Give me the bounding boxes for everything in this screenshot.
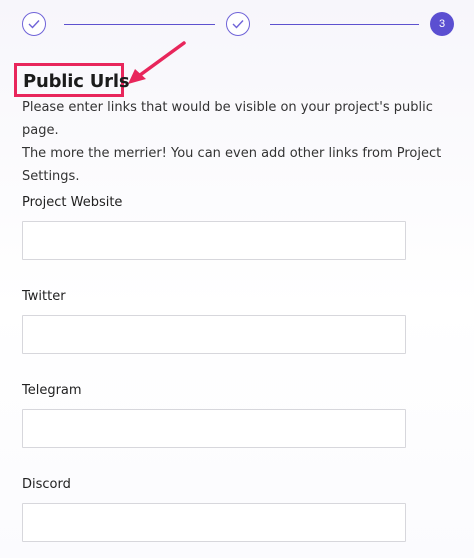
twitter-input[interactable] — [22, 315, 406, 354]
discord-label: Discord — [22, 477, 71, 492]
step-3-number: 3 — [438, 18, 446, 30]
telegram-input[interactable] — [22, 409, 406, 448]
step-connector-1 — [64, 24, 215, 25]
step-3-active[interactable]: 3 — [430, 12, 454, 36]
project-website-label: Project Website — [22, 195, 123, 210]
arrow-pointer-icon — [128, 41, 186, 84]
section-title: Public Urls — [23, 71, 130, 92]
step-1-completed[interactable] — [22, 12, 46, 36]
step-connector-2 — [270, 24, 419, 25]
check-icon — [28, 20, 40, 29]
telegram-label: Telegram — [22, 383, 82, 398]
section-description: Please enter links that would be visible… — [22, 96, 462, 188]
description-line-1: Please enter links that would be visible… — [22, 100, 433, 138]
check-icon — [232, 20, 244, 29]
twitter-label: Twitter — [22, 289, 66, 304]
progress-stepper: 3 — [0, 0, 474, 50]
step-2-completed[interactable] — [226, 12, 250, 36]
description-line-2: The more the merrier! You can even add o… — [22, 146, 442, 161]
description-line-3: Settings. — [22, 169, 80, 184]
project-website-input[interactable] — [22, 221, 406, 260]
discord-input[interactable] — [22, 503, 406, 542]
